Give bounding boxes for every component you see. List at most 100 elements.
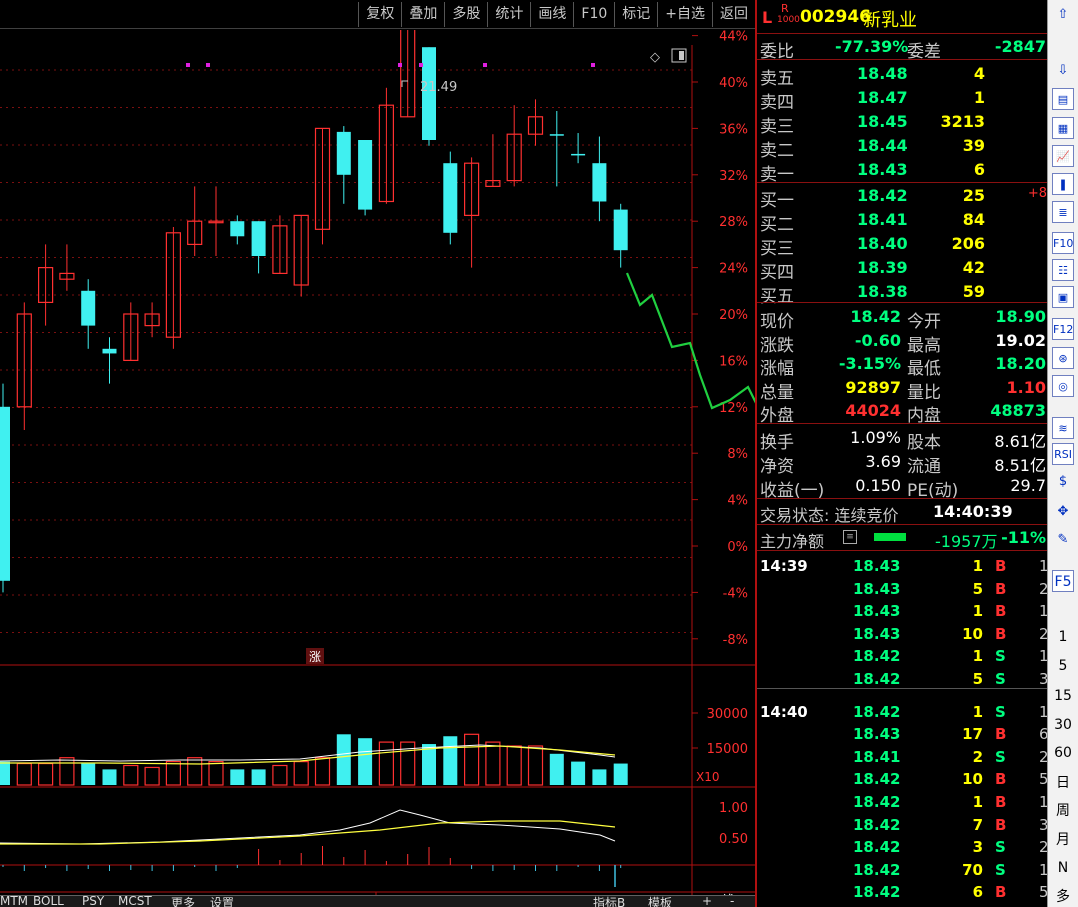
event-marker[interactable] xyxy=(206,63,210,67)
tick-side: B xyxy=(995,579,1007,598)
tick-price: 18.42 xyxy=(853,702,901,721)
tick-side: B xyxy=(995,883,1007,902)
candle-body[interactable] xyxy=(102,348,117,354)
event-marker[interactable] xyxy=(591,63,595,67)
candle-body[interactable] xyxy=(549,134,564,136)
indicator-tab-设置[interactable]: 设置 xyxy=(210,894,234,907)
candle-body[interactable] xyxy=(592,163,607,202)
period-btn-15[interactable]: 15 xyxy=(1052,685,1074,707)
period-btn-30[interactable]: 30 xyxy=(1052,714,1074,736)
bottom-right-btn-2[interactable]: + xyxy=(702,894,712,907)
period-btn-月[interactable]: 月 xyxy=(1052,829,1074,851)
dollar-icon[interactable]: $ xyxy=(1052,471,1074,493)
indicator-tab-更多[interactable]: 更多 xyxy=(171,894,195,907)
volume-bar xyxy=(0,761,10,785)
gauge-icon[interactable]: ⊛ xyxy=(1052,347,1074,369)
indicator-tab-PSY[interactable]: PSY xyxy=(82,894,104,907)
ask-row: 卖四 18.47 1 xyxy=(757,86,1049,113)
event-marker[interactable] xyxy=(419,63,423,67)
candle-body[interactable] xyxy=(0,406,10,581)
bid-label: 买五 xyxy=(760,287,794,307)
volume-bar xyxy=(123,764,139,786)
circle-icon[interactable]: ◎ xyxy=(1052,375,1074,397)
period-btn-F5[interactable]: F5 xyxy=(1052,570,1074,592)
stock-header: L R 1000 002946 新乳业 xyxy=(757,0,1049,33)
line-chart-icon[interactable]: 📈 xyxy=(1052,145,1074,167)
toolbar-btn-2[interactable]: 多股 xyxy=(444,2,487,27)
list-icon[interactable]: ▤ xyxy=(1052,88,1074,110)
kline-chart[interactable]: 44%40%36%32%28%24%20%16%12%8%4%0%-4%-8%2… xyxy=(0,30,755,907)
event-marker[interactable] xyxy=(398,63,402,67)
period-btn-N[interactable]: N xyxy=(1052,857,1074,879)
event-marker[interactable] xyxy=(186,63,190,67)
volume-bar xyxy=(464,733,480,786)
toolbar-btn-3[interactable]: 统计 xyxy=(487,2,530,27)
period-btn-周[interactable]: 周 xyxy=(1052,800,1074,822)
candle-body[interactable] xyxy=(613,209,628,251)
volume-bar xyxy=(293,760,309,786)
volume-bar xyxy=(506,745,522,786)
f12-icon[interactable]: F12 xyxy=(1052,318,1074,340)
f10-icon[interactable]: F10 xyxy=(1052,232,1074,254)
y-axis-label: 44% xyxy=(719,30,748,45)
toolbar-btn-6[interactable]: 标记 xyxy=(614,2,657,27)
bottom-right-btn-3[interactable]: - xyxy=(730,894,734,907)
tick-vol: 1 xyxy=(972,557,983,575)
toolbar-btn-4[interactable]: 画线 xyxy=(530,2,573,27)
move-icon[interactable]: ✥ xyxy=(1052,501,1074,523)
indicator-tab-MCST[interactable]: MCST xyxy=(118,894,152,907)
ask-vol: 4 xyxy=(973,64,985,83)
tick-row: 18.42 10 B 5 xyxy=(757,768,1049,790)
period-btn-5[interactable]: 5 xyxy=(1052,655,1074,677)
ask-price: 18.44 xyxy=(857,136,908,155)
ind-axis-label: 1.00 xyxy=(719,801,748,816)
volume-bar xyxy=(102,769,117,785)
up-arrow-icon[interactable]: ⇧ xyxy=(1052,4,1074,26)
candle-body[interactable] xyxy=(358,140,373,210)
period-btn-日[interactable]: 日 xyxy=(1052,772,1074,794)
indicator-tab-MTM[interactable]: MTM xyxy=(0,894,28,907)
tick-side: B xyxy=(995,770,1007,789)
doc-icon[interactable]: ≡ xyxy=(843,530,857,544)
indicator-tab-BOLL[interactable]: BOLL xyxy=(33,894,64,907)
wave-icon[interactable]: ≋ xyxy=(1052,417,1074,439)
candle-body[interactable] xyxy=(81,290,96,326)
candle-body[interactable] xyxy=(336,131,351,175)
event-marker[interactable] xyxy=(483,63,487,67)
volume-bar xyxy=(527,745,544,786)
tick-side: S xyxy=(995,702,1006,721)
bottom-right-btn-1[interactable]: 模板 xyxy=(648,894,672,907)
main-net-pct: -11% xyxy=(1001,528,1046,547)
pencil-icon[interactable]: ✎ xyxy=(1052,529,1074,551)
doc-icon[interactable]: ≣ xyxy=(1052,201,1074,223)
period-btn-多[interactable]: 多 xyxy=(1052,886,1074,907)
toolbar-btn-1[interactable]: 叠加 xyxy=(401,2,444,27)
bid-price: 18.41 xyxy=(857,210,908,229)
ask-row: 卖五 18.48 4 xyxy=(757,62,1049,89)
table-icon[interactable]: ▦ xyxy=(1052,117,1074,139)
tick-row: 14:39 18.43 1 B 1 xyxy=(757,555,1049,577)
toolbar-btn-5[interactable]: F10 xyxy=(573,2,614,27)
ask-price: 18.47 xyxy=(857,88,908,107)
tick-side: B xyxy=(995,815,1007,834)
news-icon[interactable]: ☷ xyxy=(1052,259,1074,281)
bottom-right-btn-0[interactable]: 指标B xyxy=(593,894,625,907)
candle-icon[interactable]: ❚ xyxy=(1052,173,1074,195)
toolbar-btn-0[interactable]: 复权 xyxy=(358,2,401,27)
diamond-icon[interactable]: ◇ xyxy=(650,50,660,65)
report-icon[interactable]: ▣ xyxy=(1052,286,1074,308)
bid-price: 18.40 xyxy=(857,234,908,253)
toolbar-btn-7[interactable]: +自选 xyxy=(657,2,712,27)
period-btn-1[interactable]: 1 xyxy=(1052,626,1074,648)
candle-body[interactable] xyxy=(443,163,458,233)
period-btn-60[interactable]: 60 xyxy=(1052,742,1074,764)
candle-body[interactable] xyxy=(230,221,245,237)
ask-vol: 39 xyxy=(962,136,985,155)
down-arrow-icon[interactable]: ⇩ xyxy=(1052,60,1074,82)
candle-body[interactable] xyxy=(251,221,266,256)
volume-bar xyxy=(571,761,586,785)
y-axis-label: 16% xyxy=(719,354,748,369)
candle-body[interactable] xyxy=(571,153,586,156)
rsi-icon[interactable]: RSI xyxy=(1052,443,1074,465)
toolbar-btn-8[interactable]: 返回 xyxy=(712,2,755,27)
